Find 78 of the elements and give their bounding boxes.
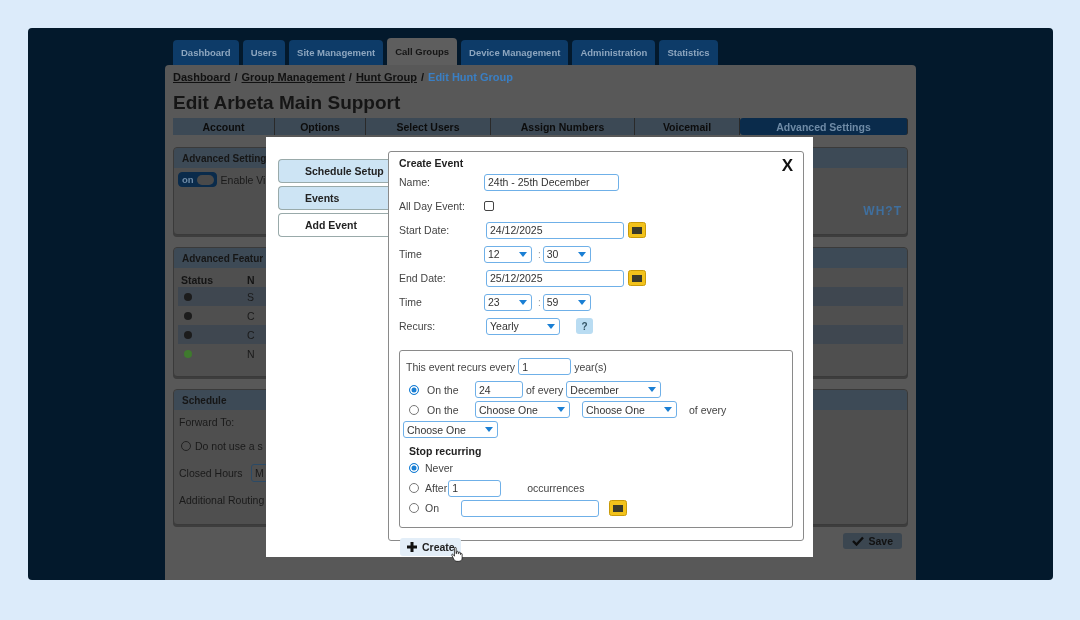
minute-select[interactable]: 59 [542, 293, 591, 311]
help-button[interactable]: ? [576, 318, 593, 334]
date-input[interactable]: 25/12/2025 [486, 269, 624, 287]
date-input[interactable]: 24/12/2025 [486, 221, 624, 239]
checkbox[interactable] [484, 201, 494, 211]
page-title: Edit Arbeta Main Support [173, 92, 402, 114]
caret-icon [485, 427, 493, 432]
close-button[interactable]: X [781, 157, 793, 174]
nav-tab[interactable]: Administration [572, 40, 656, 65]
weekday-select[interactable]: Choose One [582, 401, 677, 418]
panel-title: Schedule [182, 394, 227, 406]
caret-icon [557, 407, 565, 412]
side-tab[interactable]: Events [278, 186, 390, 210]
caret-icon [519, 251, 527, 257]
nav-tab[interactable]: Statistics [659, 40, 718, 65]
radio-button[interactable] [409, 463, 419, 473]
recurs-select[interactable]: Yearly [486, 317, 560, 335]
name-input[interactable]: 24th - 25th December [484, 173, 619, 191]
dialog-title: Create Event [399, 157, 464, 169]
caret-icon [648, 387, 657, 392]
caret-icon [577, 299, 586, 305]
month-select[interactable]: Choose One [403, 421, 498, 438]
time-separator: : [538, 248, 541, 260]
field-label: Name: [399, 176, 431, 188]
radio-button[interactable] [409, 384, 419, 395]
month-select[interactable]: December [566, 381, 662, 398]
time-separator: : [538, 296, 541, 308]
section-tab[interactable]: Advanced Settings [740, 118, 908, 135]
breadcrumb-separator: / [234, 71, 238, 83]
field-label: of every [689, 403, 727, 416]
caret-icon [547, 323, 555, 329]
caret-icon [664, 407, 672, 412]
field-label: End Date: [399, 272, 447, 284]
section-heading: Stop recurring [409, 445, 483, 457]
caret-icon [519, 299, 527, 305]
column-header: Status [181, 273, 215, 286]
side-tab[interactable]: Schedule Setup [278, 159, 390, 183]
plus-icon [407, 542, 417, 552]
radio-label: On [425, 502, 439, 514]
ordinal-select[interactable]: Choose One [475, 401, 570, 418]
caret-icon [577, 251, 586, 257]
radio-label: On the [427, 403, 460, 416]
calendar-icon[interactable] [628, 222, 646, 238]
breadcrumb-separator: / [421, 71, 425, 83]
unit-label: year(s) [574, 360, 607, 373]
hour-select[interactable]: 23 [484, 293, 532, 311]
checkmark-icon [852, 536, 865, 546]
field-label: Start Date: [399, 224, 451, 236]
side-tab[interactable]: Add Event [278, 213, 390, 237]
nav-tab[interactable]: Users [242, 40, 286, 65]
date-input[interactable] [461, 499, 599, 517]
nav-tab[interactable]: Dashboard [173, 40, 239, 65]
field-label: of every [526, 383, 564, 396]
day-input[interactable]: 24 [475, 381, 523, 398]
calendar-icon[interactable] [609, 500, 627, 516]
field-label: This event recurs every [406, 360, 516, 373]
logo-text: WH?T [863, 204, 902, 218]
radio-label: After [425, 482, 448, 494]
create-button[interactable]: Create [400, 538, 461, 556]
field-label: Time [399, 296, 423, 308]
panel-title: Advanced Setting [182, 152, 267, 164]
field-label: Time [399, 248, 423, 260]
field-label: Recurs: [399, 320, 437, 332]
breadcrumb-separator: / [348, 71, 352, 83]
radio-label: Never [425, 462, 453, 474]
occurrences-input[interactable]: 1 [448, 479, 502, 497]
column-header: N [247, 273, 255, 286]
interval-input[interactable]: 1 [518, 358, 572, 375]
field-label: occurrences [527, 482, 585, 494]
minute-select[interactable]: 30 [542, 245, 591, 263]
radio-label: On the [427, 383, 460, 396]
nav-tab[interactable]: Device Management [461, 40, 569, 65]
hour-select[interactable]: 12 [484, 245, 532, 263]
calendar-icon[interactable] [628, 270, 646, 286]
panel-title: Advanced Featur [182, 252, 264, 264]
nav-tab[interactable]: Site Management [289, 40, 384, 65]
field-label: All Day Event: [399, 200, 466, 212]
toggle-switch[interactable]: on [178, 172, 217, 187]
